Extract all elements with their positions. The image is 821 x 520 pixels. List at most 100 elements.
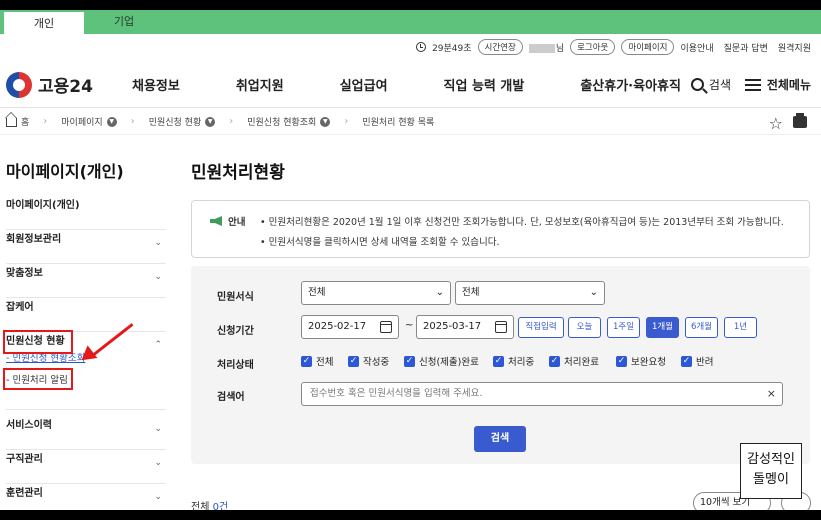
form-subtype-select[interactable]: 전체 ⌄	[455, 281, 605, 305]
hamburger-icon	[744, 78, 761, 91]
sidebar-item-mypage[interactable]: 마이페이지(개인)	[6, 196, 166, 230]
checkbox-checked-icon: ✓	[301, 355, 312, 367]
chevron-down-icon: ⌄	[154, 424, 162, 434]
breadcrumb-item-current: 민원처리 현황 목록	[362, 118, 435, 128]
chevron-up-icon: ⌃	[154, 340, 162, 350]
all-menu-button[interactable]: 전체메뉴	[744, 76, 811, 93]
checkbox-checked-icon: ✓	[549, 355, 560, 367]
qna-link[interactable]: 질문과 답변	[724, 41, 768, 54]
status-checkbox-all[interactable]: ✓ 전체	[301, 354, 333, 368]
watermark-overlay: 감성적인 돌멩이	[740, 443, 802, 499]
chevron-down-icon[interactable]: ▼	[106, 116, 117, 127]
chevron-down-icon: ⌄	[154, 272, 162, 282]
page-frame: 개인 기업 29분49초 시간연장 님 로그아웃 마이페이지 이용안내 질문과 …	[0, 10, 821, 510]
breadcrumb-separator: ›	[344, 116, 349, 127]
user-name: 님	[528, 41, 564, 54]
sidebar-title: 마이페이지(개인)	[6, 162, 124, 181]
audience-tabs: 개인 기업	[0, 10, 821, 34]
sidebar-item-training[interactable]: 훈련관리 ⌄	[6, 484, 166, 510]
breadcrumb-item-status[interactable]: 민원신청 현황 ▼	[149, 115, 216, 128]
period-label: 신청기간	[217, 326, 254, 337]
session-timer: 29분49초	[432, 43, 472, 54]
logout-button[interactable]: 로그아웃	[570, 39, 616, 55]
sidebar: 마이페이지(개인)	[0, 136, 170, 182]
checkbox-checked-icon: ✓	[404, 355, 415, 367]
header-search-button[interactable]: 검색	[690, 76, 731, 93]
checkbox-checked-icon: ✓	[681, 355, 692, 367]
sidebar-item-jobcare[interactable]: 잡케어	[6, 298, 166, 332]
period-button-1week[interactable]: 1주일	[607, 317, 640, 338]
logo-emblem-icon	[6, 71, 32, 98]
global-nav: 채용정보 취업지원 실업급여 직업 능력 개발 출산휴가·육아휴직	[114, 75, 681, 94]
sidebar-item-job-seeking[interactable]: 구직관리 ⌄	[6, 450, 166, 484]
form-type-select[interactable]: 전체 ⌄	[301, 281, 451, 305]
breadcrumb-item-status-query[interactable]: 민원신청 현황조회 ▼	[247, 115, 331, 128]
keyword-label: 검색어	[217, 392, 245, 403]
remote-support-link[interactable]: 원격지원	[778, 41, 811, 54]
checkbox-checked-icon: ✓	[616, 355, 627, 367]
period-button-1month[interactable]: 1개월	[646, 317, 679, 338]
site-logo[interactable]: 고용24	[6, 71, 114, 98]
keyword-input[interactable]: 접수번호 혹은 민원서식명을 입력해 주세요. ×	[301, 382, 783, 406]
date-separator: ~	[405, 320, 414, 331]
chevron-down-icon[interactable]: ▼	[205, 116, 216, 127]
notice-line: • 민원서식명을 클릭하시면 상세 내역을 조회할 수 있습니다.	[260, 237, 500, 248]
guide-link[interactable]: 이용안내	[680, 41, 713, 54]
notice-line: • 민원처리현황은 2020년 1월 1일 이후 신청건만 조회가능합니다. 단…	[260, 217, 784, 228]
chevron-down-icon: ⌄	[154, 492, 162, 502]
home-icon	[6, 118, 17, 127]
breadcrumb: 홈 › 마이페이지 ▼ › 민원신청 현황 ▼ › 민원신청 현황조회 ▼ › …	[0, 109, 821, 135]
gnb-item-jobs[interactable]: 채용정보	[132, 75, 180, 94]
search-button[interactable]: 검색	[474, 426, 526, 452]
date-to-input[interactable]: 2025-03-17	[416, 315, 514, 339]
sidebar-item-member-info[interactable]: 회원정보관리 ⌄	[6, 230, 166, 264]
calendar-icon[interactable]	[495, 321, 507, 333]
checkbox-checked-icon: ✓	[493, 355, 504, 367]
chevron-down-icon[interactable]: ▼	[320, 116, 331, 127]
sidebar-item-custom-info[interactable]: 맞춤정보 ⌄	[6, 264, 166, 298]
gnb-item-unemployment[interactable]: 실업급여	[340, 75, 388, 94]
clear-icon[interactable]: ×	[767, 383, 776, 405]
main-content: 민원처리현황 안내 • 민원처리현황은 2020년 1월 1일 이후 신청건만 …	[191, 136, 811, 510]
status-checkbox-rejected[interactable]: ✓ 반려	[681, 354, 713, 368]
notice-label: 안내	[210, 214, 245, 228]
status-label: 처리상태	[217, 360, 254, 371]
chevron-down-icon: ⌄	[154, 458, 162, 468]
breadcrumb-separator: ›	[229, 116, 234, 127]
gnb-item-parental-leave[interactable]: 출산휴가·육아휴직	[580, 75, 681, 94]
page-title: 민원처리현황	[191, 163, 285, 183]
tab-company[interactable]: 기업	[84, 10, 164, 34]
period-button-1year[interactable]: 1년	[724, 317, 757, 338]
period-button-today[interactable]: 오늘	[568, 317, 601, 338]
status-checkbox-supplement[interactable]: ✓ 보완요청	[616, 354, 666, 368]
status-checkbox-draft[interactable]: ✓ 작성중	[348, 354, 389, 368]
print-icon[interactable]	[793, 113, 807, 128]
sidebar-item-service-history[interactable]: 서비스이력 ⌄	[6, 416, 166, 450]
status-checkbox-processing[interactable]: ✓ 처리중	[493, 354, 534, 368]
breadcrumb-item-mypage[interactable]: 마이페이지 ▼	[61, 115, 117, 128]
period-button-6months[interactable]: 6개월	[685, 317, 718, 338]
chevron-down-icon: ⌄	[154, 238, 162, 248]
chevron-down-icon: ⌄	[435, 287, 444, 298]
gnb-item-training[interactable]: 직업 능력 개발	[444, 75, 525, 94]
breadcrumb-home[interactable]: 홈	[6, 115, 29, 128]
period-button-custom[interactable]: 직접입력	[518, 317, 564, 338]
form-type-label: 민원서식	[217, 292, 254, 303]
status-checkbox-submitted[interactable]: ✓ 신청(제출)완료	[404, 354, 479, 368]
date-from-input[interactable]: 2025-02-17	[301, 315, 399, 339]
chevron-down-icon: ⌄	[589, 287, 598, 298]
clock-icon	[416, 42, 427, 52]
calendar-icon[interactable]	[380, 321, 392, 333]
status-checkbox-completed[interactable]: ✓ 처리완료	[549, 354, 599, 368]
mypage-button[interactable]: 마이페이지	[621, 39, 675, 55]
bookmark-star-icon[interactable]: ☆	[769, 114, 783, 133]
megaphone-icon	[210, 216, 222, 226]
utility-bar: 29분49초 시간연장 님 로그아웃 마이페이지 이용안내 질문과 답변 원격지…	[416, 36, 811, 58]
gnb-item-employment-support[interactable]: 취업지원	[236, 75, 284, 94]
search-panel: 민원서식 전체 ⌄ 전체 ⌄ 신청기간 2025-02-17 ~ 2025-03-1…	[191, 266, 810, 464]
extend-session-button[interactable]: 시간연장	[477, 39, 523, 55]
annotation-highlight-status	[3, 330, 73, 354]
search-icon	[690, 78, 704, 91]
tab-personal[interactable]: 개인	[4, 10, 84, 34]
notice-box: 안내 • 민원처리현황은 2020년 1월 1일 이후 신청건만 조회가능합니다…	[191, 200, 810, 258]
